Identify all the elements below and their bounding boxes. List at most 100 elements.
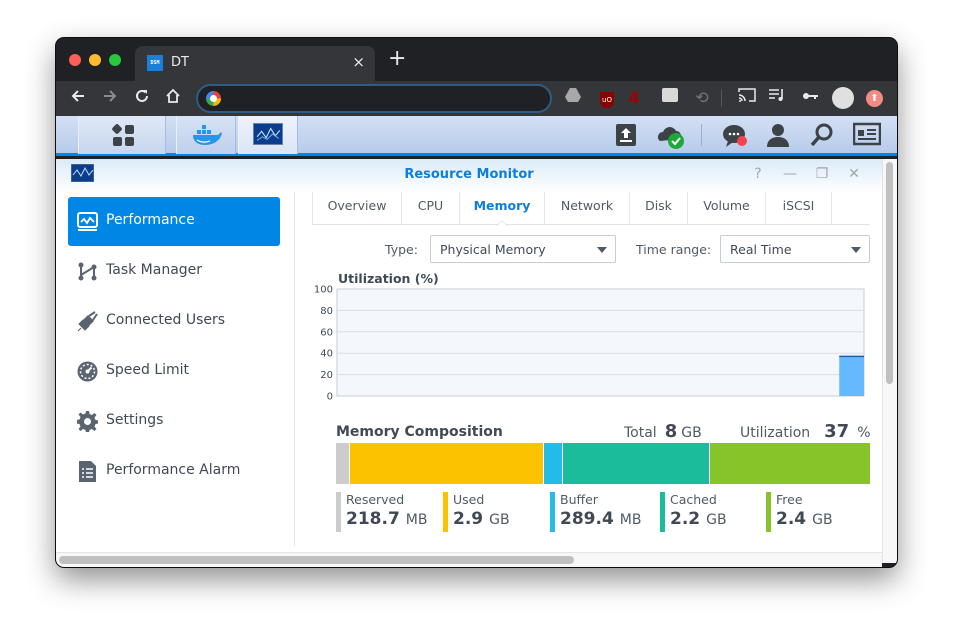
browser-window: DSM DT × + uO 4 ⟲ ⬆ Resource Monitor ? —… [56, 38, 897, 567]
sidebar-item-speed-limit[interactable]: Speed Limit [68, 347, 280, 396]
cloud-sync-button[interactable] [657, 122, 684, 149]
google-drive-icon[interactable] [563, 88, 583, 108]
browser-tab[interactable]: DSM DT × [135, 46, 375, 81]
horizontal-scrollbar[interactable] [56, 552, 882, 567]
type-select[interactable]: Physical Memory [430, 235, 616, 263]
dsm-taskbar [56, 116, 897, 156]
clipboard-extension-icon[interactable] [660, 88, 680, 108]
forward-button[interactable] [99, 87, 121, 109]
y-tick-label: 20 [320, 370, 333, 381]
update-icon[interactable]: ⬆ [866, 90, 883, 107]
back-button[interactable] [67, 87, 89, 109]
help-button[interactable]: ? [749, 165, 767, 183]
gear-icon [77, 411, 98, 432]
sidebar-item-settings[interactable]: Settings [68, 397, 280, 446]
minimize-window-button[interactable] [89, 54, 101, 66]
plot-area [336, 288, 865, 397]
profile-avatar[interactable] [832, 87, 854, 109]
utilization-unit: % [857, 425, 871, 441]
legend-unit: MB [619, 512, 642, 528]
browser-titlebar: DSM DT × + [56, 38, 897, 81]
sidebar-item-performance[interactable]: Performance [68, 197, 280, 246]
home-button[interactable] [162, 87, 184, 109]
sidebar-item-performance-alarm[interactable]: Performance Alarm [68, 447, 280, 496]
legend-value: 2.4 [776, 509, 807, 529]
address-bar[interactable] [196, 84, 552, 113]
horizontal-scroll-thumb[interactable] [59, 556, 574, 564]
search-button[interactable] [809, 122, 835, 148]
widgets-button[interactable] [852, 122, 882, 148]
new-tab-button[interactable]: + [388, 48, 406, 70]
close-window-button[interactable] [69, 54, 81, 66]
composition-segment-buffer [544, 443, 564, 484]
key-icon[interactable] [801, 88, 821, 108]
vertical-scroll-thumb[interactable] [886, 162, 893, 384]
user-icon [767, 124, 789, 147]
composition-segment-used [350, 443, 545, 484]
utilization-value: 37 [824, 421, 850, 442]
main-menu-icon [111, 123, 135, 147]
upload-queue-button[interactable] [613, 122, 639, 148]
time-range-select[interactable]: Real Time [720, 235, 870, 263]
legend-swatch [660, 492, 665, 532]
close-button[interactable]: ✕ [845, 165, 863, 183]
toolbar-divider [721, 90, 722, 107]
tab-label: Volume [703, 198, 750, 213]
legend-name: Reserved [346, 492, 405, 507]
browser-toolbar: uO 4 ⟲ ⬆ [56, 81, 897, 116]
resource-monitor-taskbar-button[interactable] [238, 116, 298, 154]
y-tick-label: 0 [327, 392, 333, 403]
tab-label: Disk [645, 198, 672, 213]
main-menu-button[interactable] [78, 116, 166, 154]
tab-cpu[interactable]: CPU [402, 192, 460, 225]
utilization-chart: 0 20 40 60 80 100 [314, 285, 865, 403]
active-tab-indicator [496, 220, 508, 226]
tab-label: CPU [417, 198, 444, 213]
arrow-left-icon [71, 90, 84, 102]
notifications-button[interactable] [722, 122, 748, 148]
memory-composition-bar [336, 443, 871, 484]
document-list-icon [79, 461, 96, 482]
extension-count-badge[interactable]: 4 [624, 88, 644, 108]
type-label: Type: [385, 242, 418, 257]
tab-volume[interactable]: Volume [688, 192, 766, 225]
legend-unit: MB [405, 512, 428, 528]
legend-unit: GB [812, 512, 833, 528]
task-manager-icon [78, 262, 97, 281]
tab-close-icon[interactable]: × [352, 53, 365, 71]
sidebar-item-task-manager[interactable]: Task Manager [68, 247, 280, 296]
ublock-label: uO [600, 92, 614, 108]
time-range-select-value: Real Time [730, 242, 792, 257]
minimize-button[interactable]: — [781, 165, 799, 183]
tab-iscsi[interactable]: iSCSI [766, 192, 832, 225]
cloud-check-icon [658, 127, 684, 149]
cast-icon[interactable] [737, 88, 757, 108]
tab-memory[interactable]: Memory [460, 192, 545, 226]
legend-value: 289.4 [560, 509, 614, 529]
tab-overview[interactable]: Overview [312, 192, 402, 225]
zoom-window-button[interactable] [109, 54, 121, 66]
arrow-right-icon [104, 90, 117, 102]
tab-network[interactable]: Network [545, 192, 630, 225]
history-icon[interactable]: ⟲ [692, 88, 712, 108]
ublock-icon[interactable]: uO [597, 88, 617, 108]
sidebar-label: Connected Users [106, 312, 226, 328]
time-range-label: Time range: [636, 242, 712, 257]
tab-disk[interactable]: Disk [630, 192, 688, 225]
maximize-button[interactable]: ❐ [813, 165, 831, 183]
vertical-scrollbar[interactable] [882, 159, 897, 563]
tab-bar: Overview CPU Memory Network Disk Volume … [312, 192, 870, 226]
media-queue-icon[interactable] [767, 88, 787, 108]
y-tick-label: 100 [314, 285, 333, 296]
docker-taskbar-button[interactable] [176, 116, 236, 154]
reload-button[interactable] [131, 87, 153, 109]
memory-total: Total 8 GB [624, 421, 702, 442]
user-button[interactable] [765, 122, 791, 148]
sidebar-item-connected-users[interactable]: Connected Users [68, 297, 280, 346]
speedometer-icon [77, 361, 98, 382]
y-tick-label: 40 [320, 349, 333, 360]
composition-segment-reserved [336, 443, 351, 484]
legend-swatch [336, 492, 341, 532]
resource-monitor-app: Resource Monitor ? — ❐ ✕ Performance Tas… [56, 159, 882, 552]
legend-name: Cached [670, 492, 717, 507]
